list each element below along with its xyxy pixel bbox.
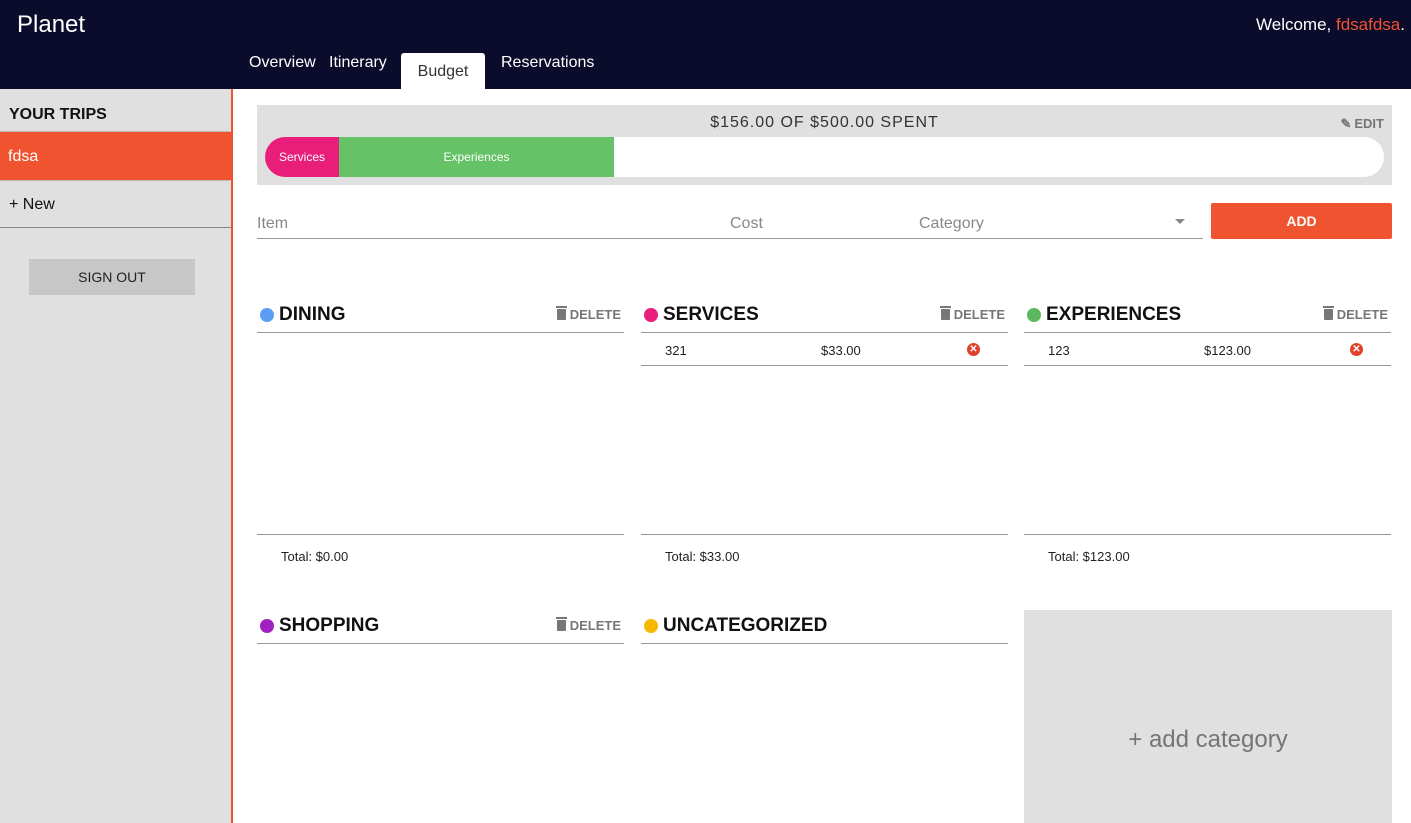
tab-overview[interactable]: Overview (249, 54, 316, 72)
item-input[interactable]: Item (257, 203, 721, 239)
remove-expense-icon[interactable]: ✕ (967, 343, 980, 356)
expense-name: 321 (665, 343, 687, 358)
category-total: Total: $123.00 (1048, 549, 1130, 564)
delete-label: DELETE (953, 307, 1005, 322)
tab-reservations[interactable]: Reservations (501, 54, 594, 72)
category-card-experiences: EXPERIENCES DELETE 123 $123.00 ✕ Total: … (1024, 300, 1391, 564)
category-title: UNCATEGORIZED (663, 615, 828, 636)
category-select-label: Category (919, 215, 984, 232)
sign-out-button[interactable]: SIGN OUT (29, 259, 195, 295)
category-footer-divider (641, 534, 1008, 535)
chevron-down-icon (1175, 219, 1185, 224)
category-color-dot (1027, 308, 1041, 322)
app-brand[interactable]: Planet (17, 11, 85, 39)
delete-category-button[interactable]: DELETE (939, 306, 1005, 322)
category-title: SERVICES (663, 304, 759, 325)
delete-label: DELETE (569, 307, 621, 322)
category-title: EXPERIENCES (1046, 304, 1182, 325)
category-total: Total: $0.00 (281, 549, 349, 564)
add-expense-button[interactable]: ADD (1211, 203, 1392, 239)
category-color-dot (644, 619, 658, 633)
sidebar: YOUR TRIPS fdsa + New SIGN OUT (0, 89, 233, 823)
category-header: EXPERIENCES DELETE (1024, 300, 1391, 333)
expense-cost: $33.00 (821, 343, 861, 358)
add-category-button[interactable]: + add category (1024, 610, 1392, 823)
expense-cost: $123.00 (1204, 343, 1251, 358)
pencil-icon: ✎ (1340, 116, 1352, 131)
budget-progress-bar: Services Experiences (265, 137, 1384, 177)
new-trip-button[interactable]: + New (0, 180, 231, 228)
cost-input[interactable]: Cost (721, 203, 911, 239)
category-title: SHOPPING (279, 615, 380, 636)
tab-budget[interactable]: Budget (401, 53, 485, 89)
budget-spent-summary: $156.00 OF $500.00 SPENT (710, 114, 939, 131)
remove-expense-icon[interactable]: ✕ (1350, 343, 1363, 356)
delete-label: DELETE (569, 618, 621, 633)
trash-icon (555, 617, 567, 631)
edit-budget-button[interactable]: ✎ EDIT (1340, 116, 1384, 132)
category-card-uncategorized: UNCATEGORIZED (641, 611, 1008, 644)
expense-row: 123 $123.00 ✕ (1024, 333, 1391, 366)
category-card-services: SERVICES DELETE 321 $33.00 ✕ Total: $33.… (641, 300, 1008, 564)
tab-itinerary[interactable]: Itinerary (329, 54, 387, 72)
category-footer-divider (1024, 534, 1391, 535)
budget-segment-experiences: Experiences (339, 137, 614, 177)
delete-category-button[interactable]: DELETE (1322, 306, 1388, 322)
category-color-dot (644, 308, 658, 322)
delete-label: DELETE (1336, 307, 1388, 322)
welcome-prefix: Welcome, (1256, 15, 1336, 34)
category-footer-divider (257, 534, 624, 535)
sidebar-item-trip[interactable]: fdsa (0, 132, 231, 180)
expense-name: 123 (1048, 343, 1070, 358)
budget-segment-services: Services (265, 137, 339, 177)
category-header: SERVICES DELETE (641, 300, 1008, 333)
category-total: Total: $33.00 (665, 549, 740, 564)
category-color-dot (260, 308, 274, 322)
welcome-message: Welcome, fdsafdsa. (1256, 15, 1405, 35)
category-color-dot (260, 619, 274, 633)
delete-category-button[interactable]: DELETE (555, 306, 621, 322)
trash-icon (939, 306, 951, 320)
category-header: DINING DELETE (257, 300, 624, 333)
trash-icon (1322, 306, 1334, 320)
top-bar: Planet Welcome, fdsafdsa. Overview Itine… (0, 0, 1411, 89)
expense-row: 321 $33.00 ✕ (641, 333, 1008, 366)
welcome-suffix: . (1400, 15, 1405, 34)
username-link[interactable]: fdsafdsa (1336, 15, 1400, 34)
edit-label: EDIT (1354, 116, 1384, 131)
category-select[interactable]: Category (911, 203, 1203, 239)
trash-icon (555, 306, 567, 320)
category-header: UNCATEGORIZED (641, 611, 1008, 644)
sidebar-title: YOUR TRIPS (9, 106, 107, 123)
category-header: SHOPPING DELETE (257, 611, 624, 644)
category-title: DINING (279, 304, 346, 325)
category-card-dining: DINING DELETE Total: $0.00 (257, 300, 624, 564)
budget-summary-panel: $156.00 OF $500.00 SPENT ✎ EDIT Services … (257, 105, 1392, 185)
delete-category-button[interactable]: DELETE (555, 617, 621, 633)
category-card-shopping: SHOPPING DELETE (257, 611, 624, 644)
